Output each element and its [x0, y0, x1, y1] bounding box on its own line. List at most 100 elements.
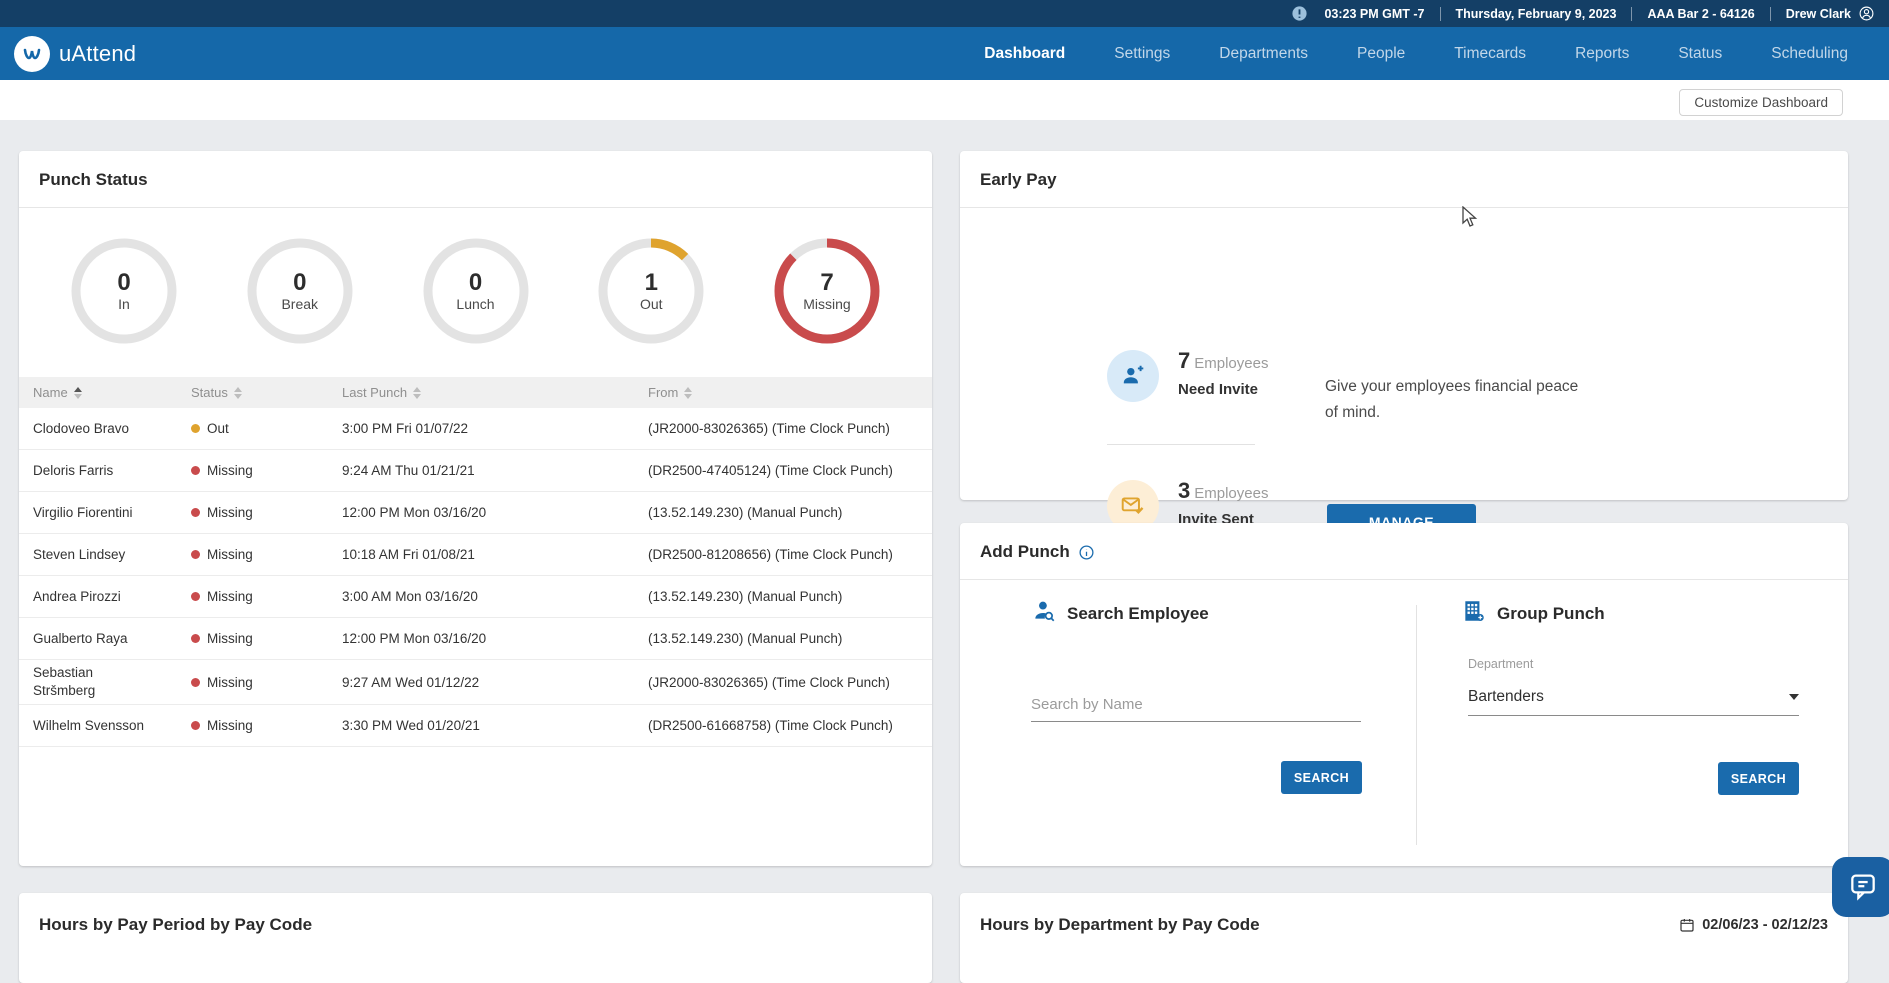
- punch-table-body: Clodoveo Bravo Out 3:00 PM Fri 01/07/22 …: [19, 408, 932, 747]
- hours-department-title: Hours by Department by Pay Code: [980, 915, 1260, 935]
- cell-last-punch: 9:27 AM Wed 01/12/22: [342, 675, 648, 690]
- search-employee-input[interactable]: [1031, 692, 1361, 722]
- stat-divider: [1107, 444, 1255, 445]
- nav-item-people[interactable]: People: [1357, 45, 1405, 63]
- need-invite-label: Need Invite: [1178, 381, 1268, 398]
- hours-by-department-card: Hours by Department by Pay Code 02/06/23…: [960, 893, 1848, 983]
- current-date: Thursday, February 9, 2023: [1456, 7, 1617, 21]
- sort-icon: [413, 387, 421, 399]
- cell-status: Missing: [191, 631, 342, 646]
- need-invite-stat: 7Employees Need Invite: [1178, 348, 1268, 398]
- nav-item-timecards[interactable]: Timecards: [1454, 45, 1526, 63]
- cell-last-punch: 3:00 AM Mon 03/16/20: [342, 589, 648, 604]
- nav-item-settings[interactable]: Settings: [1114, 45, 1170, 63]
- cell-name: Wilhelm Svensson: [19, 713, 191, 739]
- cell-from: (DR2500-61668758) (Time Clock Punch): [648, 718, 932, 733]
- user-name: Drew Clark: [1786, 7, 1851, 21]
- cell-status: Out: [191, 421, 342, 436]
- table-row[interactable]: Clodoveo Bravo Out 3:00 PM Fri 01/07/22 …: [19, 408, 932, 450]
- cell-status: Missing: [191, 675, 342, 690]
- department-select[interactable]: Bartenders: [1468, 688, 1799, 716]
- early-pay-title: Early Pay: [960, 151, 1848, 208]
- status-dot-icon: [191, 592, 200, 601]
- chat-bubble-icon: [1847, 871, 1879, 903]
- sub-header: Customize Dashboard: [0, 80, 1889, 120]
- sort-icon: [234, 387, 242, 399]
- table-row[interactable]: Steven Lindsey Missing 10:18 AM Fri 01/0…: [19, 534, 932, 576]
- nav-item-status[interactable]: Status: [1678, 45, 1722, 63]
- punch-donut-missing: 7Missing: [774, 238, 880, 344]
- cell-from: (JR2000-83026365) (Time Clock Punch): [648, 675, 932, 690]
- status-dot-icon: [191, 634, 200, 643]
- search-employee-heading: Search Employee: [1067, 604, 1209, 624]
- table-row[interactable]: Deloris Farris Missing 9:24 AM Thu 01/21…: [19, 450, 932, 492]
- column-header-name[interactable]: Name: [19, 385, 191, 400]
- cell-status: Missing: [191, 547, 342, 562]
- table-row[interactable]: Wilhelm Svensson Missing 3:30 PM Wed 01/…: [19, 705, 932, 747]
- table-header-row: Name Status Last Punch From: [19, 377, 932, 408]
- cell-name: Gualberto Raya: [19, 626, 191, 652]
- nav-item-departments[interactable]: Departments: [1219, 45, 1308, 63]
- nav-items: Dashboard Settings Departments People Timeca…: [984, 45, 1848, 63]
- cell-from: (DR2500-81208656) (Time Clock Punch): [648, 547, 932, 562]
- punch-donut-lunch: 0Lunch: [423, 238, 529, 344]
- search-employee-button[interactable]: SEARCH: [1281, 761, 1362, 794]
- cell-status: Missing: [191, 505, 342, 520]
- table-row[interactable]: Andrea Pirozzi Missing 3:00 AM Mon 03/16…: [19, 576, 932, 618]
- column-header-from[interactable]: From: [648, 385, 932, 400]
- section-divider: [1416, 605, 1417, 845]
- user-icon: [1858, 5, 1875, 22]
- add-punch-title: Add Punch: [980, 542, 1070, 562]
- info-icon[interactable]: [1078, 544, 1095, 561]
- calendar-icon: [1679, 917, 1695, 933]
- topbar-divider: [1770, 7, 1771, 21]
- topbar-divider: [1440, 7, 1441, 21]
- customize-dashboard-button[interactable]: Customize Dashboard: [1679, 89, 1843, 116]
- account-name[interactable]: AAA Bar 2 - 64126: [1647, 7, 1754, 21]
- date-range-text: 02/06/23 - 02/12/23: [1702, 917, 1828, 933]
- uattend-logo-icon: [14, 36, 50, 72]
- need-invite-count: 7: [1178, 348, 1190, 373]
- brand-name: uAttend: [59, 41, 136, 67]
- hours-pay-period-title: Hours by Pay Period by Pay Code: [39, 915, 312, 935]
- nav-item-scheduling[interactable]: Scheduling: [1771, 45, 1848, 63]
- sort-asc-icon: [74, 387, 82, 399]
- punch-donut-in: 0In: [71, 238, 177, 344]
- group-punch-search-button[interactable]: SEARCH: [1718, 762, 1799, 795]
- cell-status: Missing: [191, 718, 342, 733]
- cell-name: Andrea Pirozzi: [19, 584, 191, 610]
- punch-status-title: Punch Status: [19, 151, 932, 208]
- person-add-icon: [1107, 350, 1159, 402]
- table-row[interactable]: Gualberto Raya Missing 12:00 PM Mon 03/1…: [19, 618, 932, 660]
- alert-icon[interactable]: [1291, 5, 1308, 22]
- hours-by-pay-period-card: Hours by Pay Period by Pay Code: [19, 893, 932, 983]
- cell-from: (JR2000-83026365) (Time Clock Punch): [648, 421, 932, 436]
- department-value: Bartenders: [1468, 688, 1544, 706]
- punch-status-card: Punch Status 0In 0Break 0Lunch 1Out 7Mis…: [19, 151, 932, 866]
- early-pay-card: Early Pay 7Employees Need Invite 3Employ…: [960, 151, 1848, 500]
- table-row[interactable]: Virgilio Fiorentini Missing 12:00 PM Mon…: [19, 492, 932, 534]
- department-label: Department: [1468, 657, 1533, 671]
- add-punch-card: Add Punch Search Employee SEARCH Group P…: [960, 523, 1848, 866]
- building-icon: [1461, 598, 1487, 629]
- cell-name: Deloris Farris: [19, 458, 191, 484]
- nav-item-dashboard[interactable]: Dashboard: [984, 45, 1065, 63]
- nav-item-reports[interactable]: Reports: [1575, 45, 1629, 63]
- brand-logo[interactable]: uAttend: [14, 36, 136, 72]
- column-header-last-punch[interactable]: Last Punch: [342, 385, 648, 400]
- cell-from: (13.52.149.230) (Manual Punch): [648, 505, 932, 520]
- date-range-picker[interactable]: 02/06/23 - 02/12/23: [1679, 917, 1828, 933]
- status-dot-icon: [191, 678, 200, 687]
- cell-from: (13.52.149.230) (Manual Punch): [648, 589, 932, 604]
- punch-status-table: Name Status Last Punch From Clodoveo Bra…: [19, 377, 932, 747]
- cell-name: Steven Lindsey: [19, 542, 191, 568]
- cell-name: Virgilio Fiorentini: [19, 500, 191, 526]
- invite-sent-count: 3: [1178, 478, 1190, 503]
- cell-from: (13.52.149.230) (Manual Punch): [648, 631, 932, 646]
- cell-name: Sebastian Stršmberg: [19, 660, 191, 704]
- punch-status-donuts: 0In 0Break 0Lunch 1Out 7Missing: [19, 208, 932, 344]
- table-row[interactable]: Sebastian Stršmberg Missing 9:27 AM Wed …: [19, 660, 932, 705]
- user-menu[interactable]: Drew Clark: [1786, 5, 1875, 22]
- column-header-status[interactable]: Status: [191, 385, 342, 400]
- chat-widget-button[interactable]: [1832, 857, 1889, 917]
